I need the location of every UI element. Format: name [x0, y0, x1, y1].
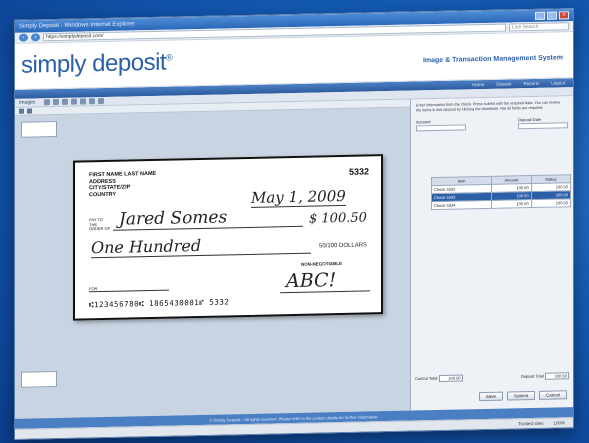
flip-icon[interactable] — [71, 98, 78, 105]
deposit-total: Deposit Total 100.50 — [520, 372, 569, 380]
control-total: Control Total 100.50 — [415, 374, 463, 382]
row-amount: 100.50 — [491, 199, 532, 209]
nav-item-deposit[interactable]: Deposit — [496, 81, 511, 86]
check-amount: $ 100.50 — [309, 210, 367, 227]
signature: ABC! — [280, 268, 370, 294]
row-item: Check 5334 — [431, 200, 492, 210]
back-icon[interactable]: ‹ — [19, 33, 28, 42]
non-negotiable-label: NON-NEGOTIABLE — [301, 260, 342, 267]
page-icon[interactable] — [27, 108, 32, 114]
zoom-out-icon[interactable] — [53, 98, 60, 106]
cancel-button[interactable]: Cancel — [538, 390, 567, 400]
deposit-date-input[interactable] — [518, 122, 568, 130]
action-buttons: Save Submit Cancel — [478, 390, 567, 402]
check-number: 5332 — [348, 166, 369, 177]
submit-button[interactable]: Submit — [506, 390, 535, 401]
browser-window: Simply Deposit - Windows Internet Explor… — [14, 8, 574, 440]
check-image: FIRST NAME LAST NAME ADDRESS CITY/STATE/… — [73, 154, 383, 321]
row-status: 100.50 — [531, 198, 571, 208]
micr-line: ⑆123456780⑆ 1865430001⑈ 5332 — [89, 297, 230, 310]
rotate-icon[interactable] — [62, 98, 69, 105]
forward-icon[interactable]: › — [31, 33, 40, 42]
control-total-field[interactable]: 100.50 — [438, 374, 463, 382]
instructions: Enter information from the check. Press … — [416, 100, 561, 113]
check-name-block: FIRST NAME LAST NAME ADDRESS CITY/STATE/… — [89, 170, 157, 198]
totals-row: Control Total 100.50 Deposit Total 100.5… — [415, 372, 569, 382]
items-table: Item Amount Status Check 5332 100.50 100… — [431, 174, 571, 210]
nav-item-reports[interactable]: Reports — [523, 81, 539, 86]
page-icon[interactable] — [19, 108, 24, 114]
deposit-panel: Enter information from the check. Press … — [411, 96, 573, 411]
security-zone: Trusted sites — [517, 420, 544, 427]
system-title: Image & Transaction Management System — [422, 54, 563, 65]
toolbar-label: Images — [19, 99, 36, 106]
table-row[interactable]: Check 5334 100.50 100.50 — [431, 198, 571, 210]
account-input[interactable] — [416, 124, 466, 132]
save-button[interactable]: Save — [478, 391, 503, 402]
main-content: FIRST NAME LAST NAME ADDRESS CITY/STATE/… — [15, 96, 573, 419]
thumbnail-front[interactable] — [21, 120, 57, 138]
zoom-in-icon[interactable] — [44, 99, 51, 106]
nav-item-home[interactable]: Home — [472, 82, 484, 87]
check-payee: Jared Somes — [113, 205, 303, 231]
zoom-level[interactable]: 100% — [553, 420, 565, 425]
minimize-button[interactable]: _ — [535, 11, 545, 20]
app-logo: simply deposit® — [21, 48, 173, 79]
close-button[interactable]: × — [559, 11, 569, 20]
pay-to-label: PAY TO THE ORDER OF — [89, 217, 111, 232]
check-date: May 1, 2009 — [251, 186, 346, 208]
front-back-icon[interactable] — [98, 97, 105, 105]
window-controls: _ □ × — [535, 11, 569, 20]
search-input[interactable]: Live Search — [509, 22, 569, 32]
fit-icon[interactable] — [80, 98, 87, 105]
check-dollars-label: 50/100 DOLLARS — [319, 242, 368, 250]
field-row: Account Deposit Date — [416, 116, 568, 132]
account-field: Account — [416, 118, 466, 132]
nav-item-logout[interactable]: Logout — [551, 80, 565, 85]
thumbnail-back[interactable] — [21, 370, 57, 388]
image-viewer: FIRST NAME LAST NAME ADDRESS CITY/STATE/… — [15, 99, 411, 419]
maximize-button[interactable]: □ — [547, 11, 557, 20]
print-icon[interactable] — [89, 98, 96, 105]
memo-line: FOR — [89, 284, 169, 293]
deposit-total-field[interactable]: 100.50 — [545, 372, 569, 380]
check-written-amount: One Hundred — [91, 233, 311, 259]
deposit-date-field: Deposit Date — [518, 116, 568, 130]
